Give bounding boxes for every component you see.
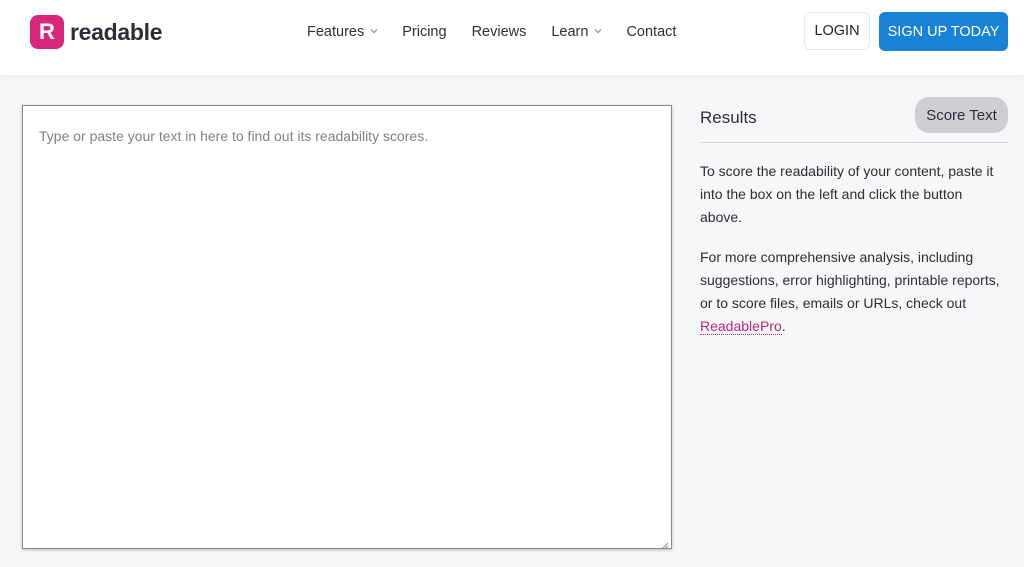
nav-item-learn[interactable]: Learn (551, 24, 602, 40)
results-body: To score the readability of your content… (700, 160, 1008, 355)
site-header: R readable Features Pricing Reviews Lear… (0, 0, 1024, 75)
results-pro-text: For more comprehensive analysis, includi… (700, 246, 1008, 338)
logo-text: readable (70, 18, 163, 45)
score-text-button[interactable]: Score Text (915, 97, 1008, 133)
results-pro-suffix: . (781, 318, 786, 334)
chevron-down-icon (594, 28, 602, 35)
signup-button[interactable]: SIGN UP TODAY (879, 12, 1008, 51)
nav-item-features[interactable]: Features (307, 24, 378, 40)
logo-link[interactable]: R readable (30, 14, 163, 50)
nav-item-pricing[interactable]: Pricing (402, 24, 446, 40)
resize-grip-icon[interactable] (660, 537, 669, 550)
text-input-box (22, 105, 672, 550)
logo-mark: R (30, 15, 64, 49)
results-title: Results (700, 108, 757, 127)
readability-text-input[interactable] (23, 106, 671, 548)
nav-item-label: Pricing (402, 24, 447, 40)
login-button[interactable]: LOGIN (804, 12, 870, 50)
results-pro-prefix: For more comprehensive analysis, includi… (700, 249, 1000, 311)
results-intro-text: To score the readability of your content… (700, 163, 994, 225)
nav-item-label: Learn (551, 24, 589, 40)
nav-item-label: Reviews (471, 24, 527, 40)
results-divider (700, 142, 1008, 143)
nav-item-label: Contact (626, 24, 677, 40)
readablepro-link[interactable]: ReadablePro (700, 318, 782, 335)
nav-item-label: Features (307, 24, 365, 40)
nav-item-reviews[interactable]: Reviews (472, 24, 527, 40)
chevron-down-icon (370, 28, 378, 35)
nav-item-contact[interactable]: Contact (626, 24, 676, 40)
main-nav: Features Pricing Reviews Learn Contact (307, 0, 701, 64)
